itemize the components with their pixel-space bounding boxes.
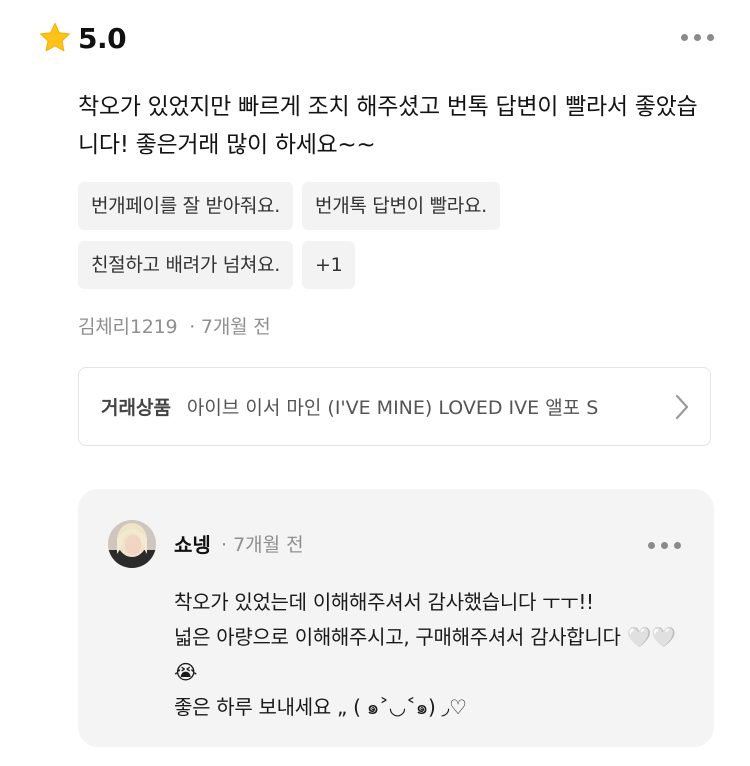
review-meta: 김체리1219 · 7개월 전 — [78, 312, 271, 339]
review-tag: 친절하고 배려가 넘쳐요. — [78, 241, 294, 289]
product-name: 아이브 이서 마인 (I'VE MINE) LOVED IVE 앨포 S — [186, 397, 599, 419]
traded-product-link[interactable]: 거래상품 아이브 이서 마인 (I'VE MINE) LOVED IVE 앨포 … — [78, 367, 711, 446]
more-dot — [694, 34, 701, 41]
reviewer-name: 김체리1219 — [78, 316, 178, 338]
review-more-button[interactable] — [681, 34, 714, 41]
more-dot — [674, 542, 681, 549]
more-dot — [681, 34, 688, 41]
reply-more-button[interactable] — [648, 542, 681, 549]
review-tag: 번개페이를 잘 받아줘요. — [78, 182, 294, 230]
review-time: · 7개월 전 — [189, 316, 271, 338]
chevron-right-icon — [675, 394, 689, 419]
rating-value: 5.0 — [78, 21, 127, 55]
more-dot — [707, 34, 714, 41]
tag-row: 번개페이를 잘 받아줘요. 번개톡 답변이 빨라요. — [78, 182, 718, 230]
more-tags-button[interactable]: +1 — [302, 241, 356, 289]
product-label: 거래상품 — [101, 397, 171, 419]
rating-row: 5.0 — [38, 18, 127, 58]
avatar[interactable] — [108, 520, 156, 568]
review-text: 착오가 있었지만 빠르게 조치 해주셨고 번톡 답변이 빨라서 좋았습니다! 좋… — [78, 94, 698, 158]
more-dot — [661, 542, 668, 549]
review-tags: 번개페이를 잘 받아줘요. 번개톡 답변이 빨라요. 친절하고 배려가 넘쳐요.… — [78, 182, 718, 300]
reply-text: 착오가 있었는데 이해해주셔서 감사했습니다 ㅜㅜ!! 넓은 아량으로 이해해주… — [174, 590, 676, 719]
star-icon — [40, 22, 70, 52]
reply-author-name: 쇼넹 — [174, 533, 211, 557]
more-dot — [648, 542, 655, 549]
tag-row: 친절하고 배려가 넘쳐요. +1 — [78, 241, 718, 289]
avatar-image — [108, 520, 156, 568]
review-tag: 번개톡 답변이 빨라요. — [302, 182, 500, 230]
reply-time: · 7개월 전 — [221, 534, 304, 556]
seller-reply: 쇼넹 · 7개월 전 착오가 있었는데 이해해주셔서 감사했습니다 ㅜㅜ!! 넓… — [78, 489, 714, 747]
